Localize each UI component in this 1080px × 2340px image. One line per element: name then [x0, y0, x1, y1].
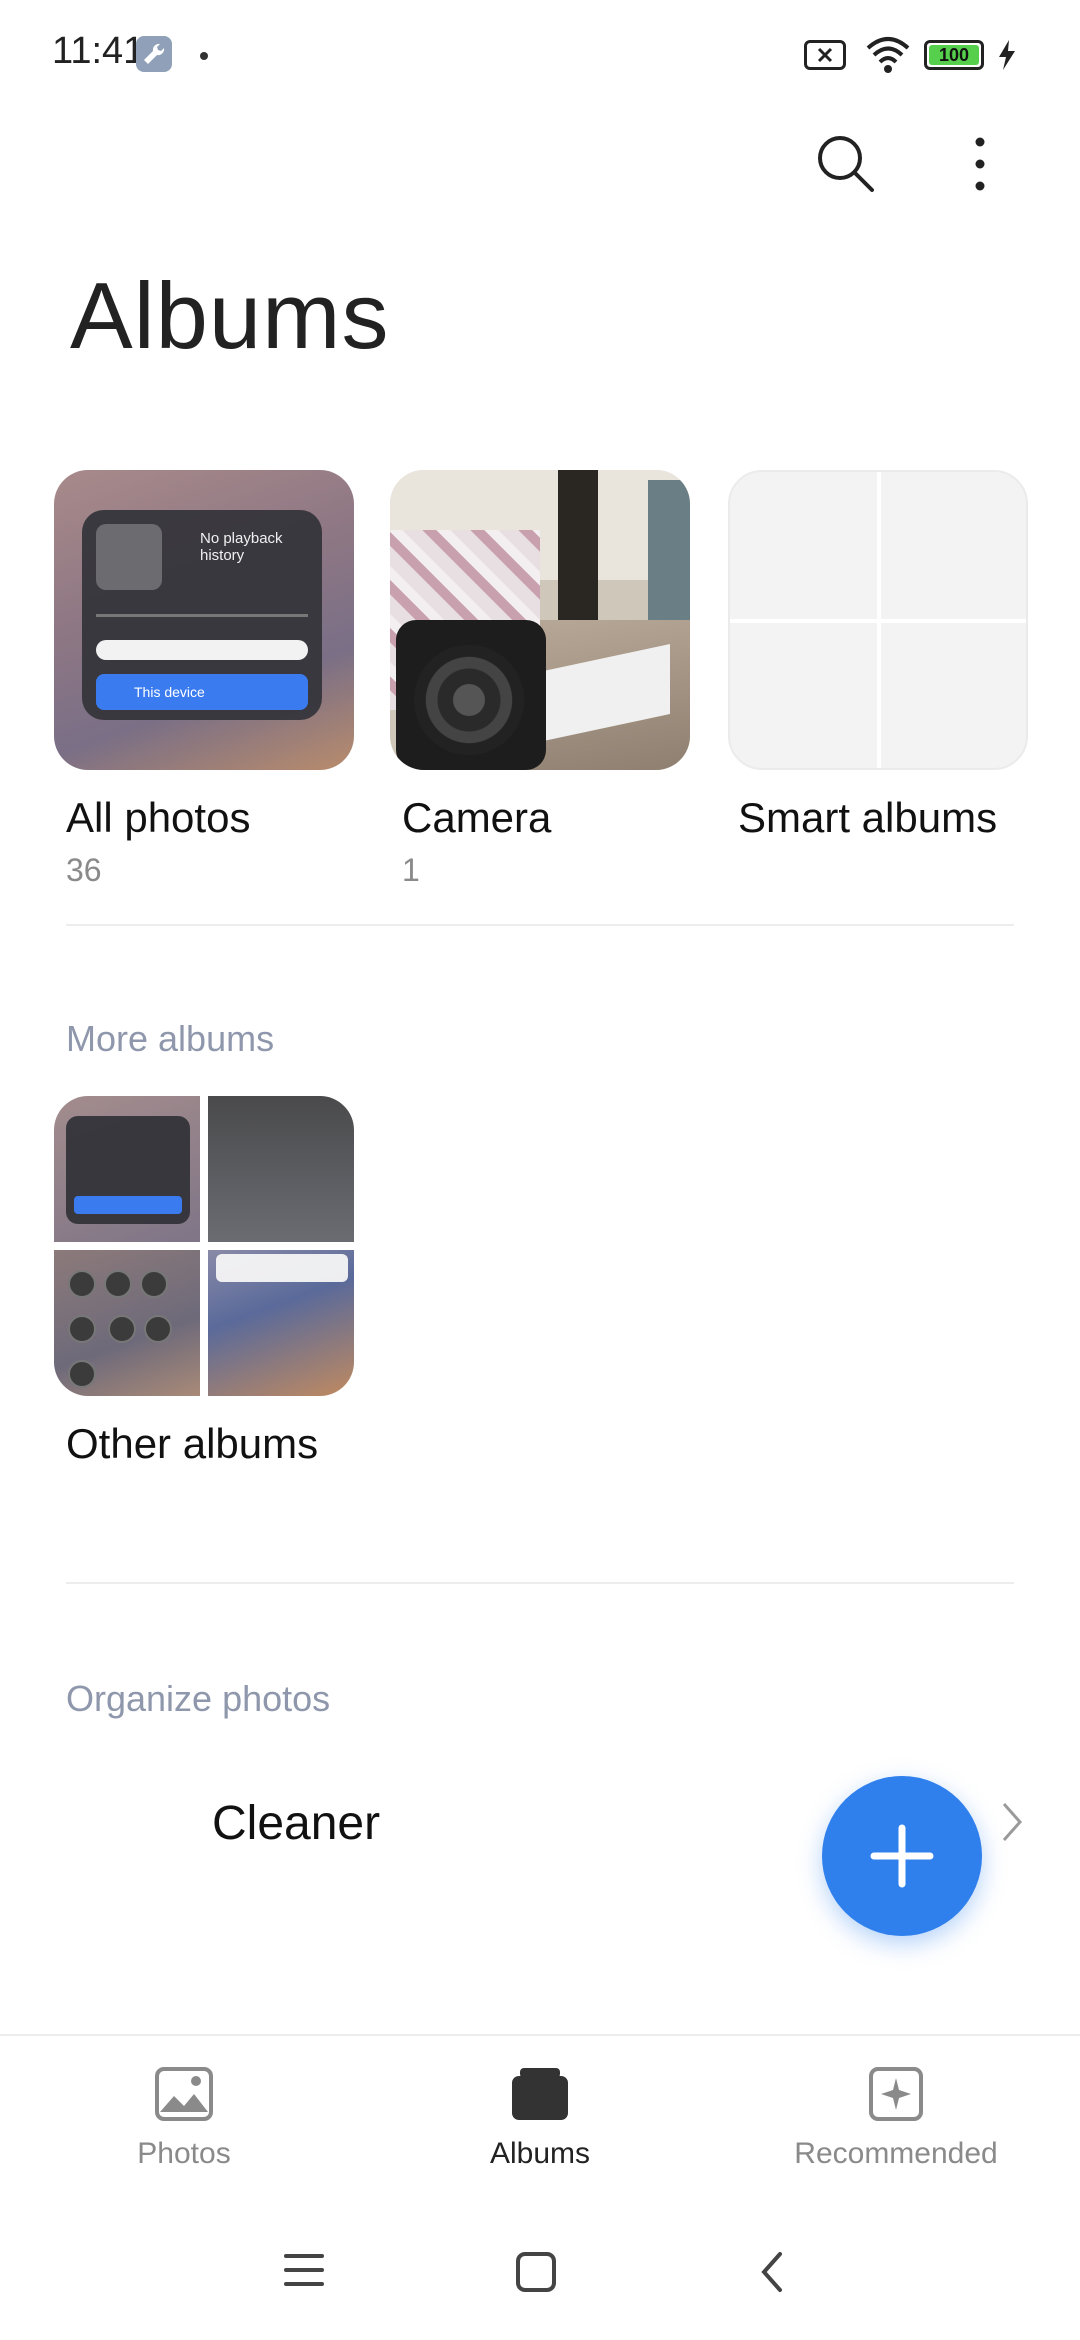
album-name-other-albums[interactable]: Other albums	[66, 1420, 318, 1468]
sparkle-icon	[869, 2067, 923, 2121]
more-options-button[interactable]	[968, 132, 992, 201]
add-album-button[interactable]	[822, 1776, 982, 1936]
tab-photos-label: Photos	[137, 2137, 231, 2170]
album-count-camera: 1	[402, 852, 420, 888]
album-name-all-photos[interactable]: All photos	[66, 794, 250, 842]
divider	[66, 1582, 1014, 1584]
album-name-smart-albums[interactable]: Smart albums	[738, 794, 997, 842]
notification-dot	[200, 52, 208, 60]
section-label-more-albums: More albums	[66, 1018, 275, 1059]
chevron-right-icon	[998, 1800, 1026, 1849]
back-icon[interactable]	[756, 2250, 788, 2299]
tab-photos[interactable]: Photos	[54, 2066, 314, 2171]
charging-icon	[996, 38, 1018, 77]
menu-icon[interactable]	[282, 2250, 326, 2295]
search-icon	[818, 136, 874, 192]
album-thumbnail-other-albums[interactable]	[54, 1096, 354, 1396]
thumbnail-player-card: No playback history This device	[82, 510, 322, 720]
page-title: Albums	[70, 263, 390, 368]
divider	[66, 924, 1014, 926]
bottom-navigation: Photos Albums Recommended	[0, 2034, 1080, 2186]
photos-icon	[155, 2067, 213, 2121]
status-time: 11:41	[52, 30, 145, 72]
album-name-camera[interactable]: Camera	[402, 794, 551, 842]
album-thumbnail-all-photos[interactable]: No playback history This device	[54, 470, 354, 770]
thumbnail-bar	[96, 640, 308, 660]
tab-albums-label: Albums	[489, 2137, 591, 2170]
music-icon	[96, 524, 162, 590]
album-count-all-photos: 36	[66, 852, 102, 888]
tab-recommended[interactable]: Recommended	[766, 2066, 1026, 2171]
search-button[interactable]	[814, 132, 878, 201]
albums-icon	[512, 2068, 568, 2120]
tab-recommended-label: Recommended	[794, 2137, 998, 2170]
plus-icon	[870, 1824, 934, 1888]
battery-level: 100	[929, 45, 979, 65]
more-vertical-icon	[975, 137, 985, 191]
album-thumbnail-camera[interactable]	[390, 470, 690, 770]
thumbnail-device-button: This device	[96, 674, 308, 710]
section-label-organize-photos: Organize photos	[66, 1678, 331, 1719]
thumbnail-progress	[96, 614, 308, 617]
wifi-icon	[864, 36, 912, 79]
wrench-icon	[136, 36, 172, 72]
battery-icon: 100	[924, 40, 984, 70]
sim-error-icon	[804, 40, 846, 70]
album-thumbnail-smart-albums[interactable]	[728, 470, 1028, 770]
thumbnail-player-title: No playback history	[200, 530, 283, 564]
home-icon[interactable]	[514, 2250, 558, 2299]
cleaner-label: Cleaner	[212, 1797, 381, 1850]
tab-albums[interactable]: Albums	[410, 2066, 670, 2171]
